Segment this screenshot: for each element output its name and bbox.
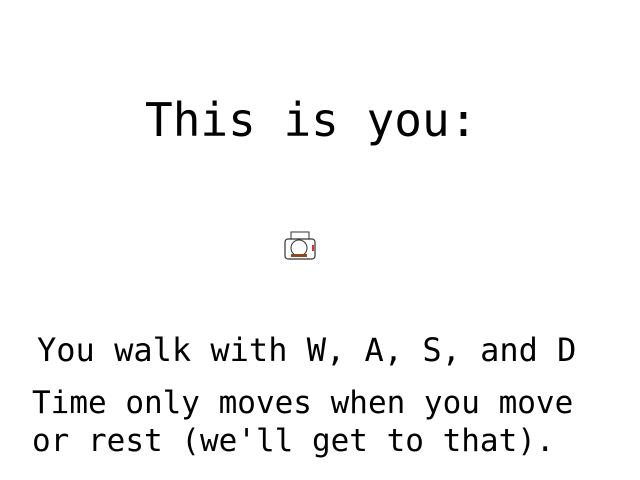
tutorial-title: This is you: — [145, 93, 478, 147]
walk-instruction: You walk with W, A, S, and D — [37, 331, 577, 369]
tutorial-screen: This is you: You walk with W, A, S, and … — [0, 0, 640, 480]
time-instruction-line-2: or rest (we'll get to that). — [32, 423, 555, 459]
time-instruction-line-1: Time only moves when you move — [32, 385, 574, 421]
player-character-icon — [283, 231, 317, 261]
time-instruction: Time only moves when you move or rest (w… — [32, 384, 573, 460]
